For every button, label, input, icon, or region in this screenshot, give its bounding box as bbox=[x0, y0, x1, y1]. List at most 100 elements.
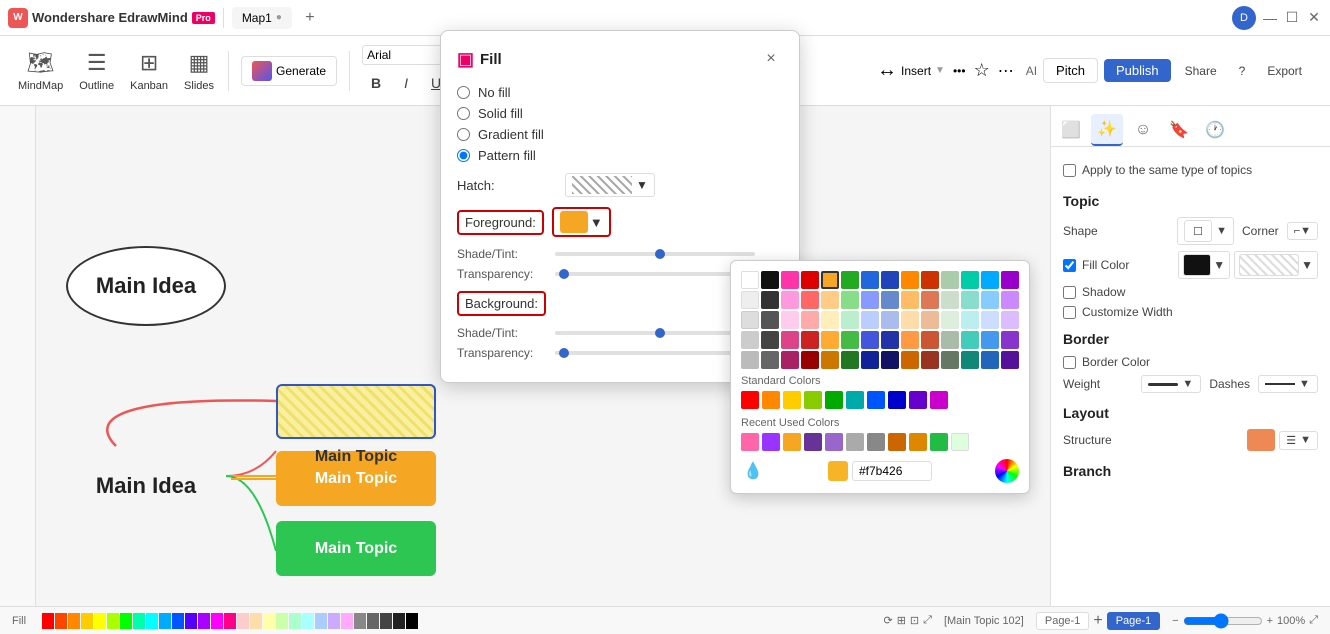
strip-color[interactable] bbox=[185, 613, 197, 629]
color-cell[interactable] bbox=[821, 331, 839, 349]
color-cell[interactable] bbox=[841, 351, 859, 369]
map-tab[interactable]: Map1 ● bbox=[232, 7, 292, 29]
strip-color[interactable] bbox=[94, 613, 106, 629]
insert-icon[interactable]: ↔ bbox=[877, 59, 897, 82]
color-cell[interactable] bbox=[761, 331, 779, 349]
strip-color[interactable] bbox=[380, 613, 392, 629]
structure-icon[interactable] bbox=[1247, 429, 1275, 451]
color-cell[interactable] bbox=[941, 271, 959, 289]
color-cell[interactable] bbox=[781, 311, 799, 329]
strip-color[interactable] bbox=[406, 613, 418, 629]
corner-select[interactable]: ⌐▼ bbox=[1287, 222, 1318, 240]
color-cell[interactable] bbox=[761, 311, 779, 329]
strip-color[interactable] bbox=[302, 613, 314, 629]
color-cell[interactable] bbox=[901, 271, 919, 289]
std-color-yellow[interactable] bbox=[783, 391, 801, 409]
color-cell[interactable] bbox=[901, 331, 919, 349]
strip-color[interactable] bbox=[237, 613, 249, 629]
bg-shade-tint-slider[interactable] bbox=[555, 331, 755, 335]
close-button[interactable]: ✕ bbox=[1306, 10, 1322, 26]
topic-node-3[interactable]: Main Topic bbox=[276, 521, 436, 576]
color-cell[interactable] bbox=[961, 291, 979, 309]
color-cell[interactable] bbox=[981, 311, 999, 329]
tab-close-icon[interactable]: ● bbox=[276, 12, 282, 23]
color-cell[interactable] bbox=[981, 351, 999, 369]
color-cell[interactable] bbox=[881, 271, 899, 289]
publish-button[interactable]: Publish bbox=[1104, 59, 1171, 82]
color-cell[interactable] bbox=[801, 271, 819, 289]
border-color-checkbox[interactable] bbox=[1063, 356, 1076, 369]
more-button[interactable]: ••• bbox=[953, 64, 966, 78]
toolbar-kanban[interactable]: ⊞ Kanban bbox=[124, 50, 174, 92]
std-color-teal[interactable] bbox=[846, 391, 864, 409]
shadow-checkbox[interactable] bbox=[1063, 286, 1076, 299]
color-cell[interactable] bbox=[981, 291, 999, 309]
std-color-red[interactable] bbox=[741, 391, 759, 409]
tab-badge[interactable]: 🔖 bbox=[1163, 114, 1195, 146]
color-cell[interactable] bbox=[981, 271, 999, 289]
strip-color[interactable] bbox=[81, 613, 93, 629]
color-cell[interactable] bbox=[901, 291, 919, 309]
strip-color[interactable] bbox=[354, 613, 366, 629]
color-cell[interactable] bbox=[921, 291, 939, 309]
std-color-lime[interactable] bbox=[804, 391, 822, 409]
color-cell[interactable] bbox=[881, 291, 899, 309]
color-cell[interactable] bbox=[881, 311, 899, 329]
toolbar-mindmap[interactable]: 🗺 MindMap bbox=[12, 50, 69, 92]
weight-select[interactable]: ▼ bbox=[1141, 375, 1201, 393]
color-cell[interactable] bbox=[821, 291, 839, 309]
color-cell[interactable] bbox=[781, 291, 799, 309]
map-icon[interactable]: ⊡ bbox=[910, 614, 919, 627]
color-cell[interactable] bbox=[961, 351, 979, 369]
color-cell[interactable] bbox=[861, 311, 879, 329]
shape-select[interactable]: ☐ ▼ bbox=[1177, 217, 1234, 245]
grid-icon[interactable]: ⊞ bbox=[897, 614, 906, 627]
tab-add-button[interactable]: + bbox=[300, 8, 320, 28]
zoom-slider[interactable] bbox=[1183, 613, 1263, 629]
fullscreen-button[interactable]: ⤢ bbox=[1309, 614, 1318, 627]
color-cell[interactable] bbox=[921, 271, 939, 289]
strip-color[interactable] bbox=[211, 613, 223, 629]
customize-width-checkbox[interactable] bbox=[1063, 306, 1076, 319]
dialog-close-button[interactable]: × bbox=[759, 47, 783, 71]
structure-layout-select[interactable]: ☰ ▼ bbox=[1279, 431, 1318, 450]
fill-color-select[interactable]: ▼ bbox=[1178, 251, 1230, 279]
color-cell[interactable] bbox=[841, 331, 859, 349]
generate-button[interactable]: Generate bbox=[241, 56, 337, 86]
color-cell[interactable] bbox=[781, 351, 799, 369]
color-cell[interactable] bbox=[821, 311, 839, 329]
std-color-blue[interactable] bbox=[867, 391, 885, 409]
strip-color[interactable] bbox=[133, 613, 145, 629]
color-cell[interactable] bbox=[941, 311, 959, 329]
star-button[interactable]: ☆ bbox=[974, 60, 990, 81]
recent-color-3[interactable] bbox=[783, 433, 801, 451]
fill-color-checkbox[interactable] bbox=[1063, 259, 1076, 272]
color-cell[interactable] bbox=[941, 331, 959, 349]
topic-node-1[interactable] bbox=[276, 384, 436, 439]
color-cell[interactable] bbox=[841, 291, 859, 309]
color-cell[interactable] bbox=[881, 351, 899, 369]
color-cell[interactable] bbox=[881, 331, 899, 349]
color-cell-selected[interactable] bbox=[821, 271, 839, 289]
color-cell[interactable] bbox=[761, 291, 779, 309]
no-fill-radio[interactable] bbox=[457, 86, 470, 99]
export-button[interactable]: Export bbox=[1259, 60, 1310, 82]
color-cell[interactable] bbox=[821, 351, 839, 369]
help-button[interactable]: ? bbox=[1231, 60, 1254, 82]
bold-button[interactable]: B bbox=[362, 69, 390, 97]
same-type-checkbox[interactable] bbox=[1063, 164, 1076, 177]
maximize-button[interactable]: ☐ bbox=[1284, 10, 1300, 26]
recent-color-8[interactable] bbox=[888, 433, 906, 451]
color-cell[interactable] bbox=[841, 271, 859, 289]
recent-color-5[interactable] bbox=[825, 433, 843, 451]
color-cell[interactable] bbox=[741, 271, 759, 289]
foreground-color-picker[interactable]: ▼ bbox=[552, 207, 611, 237]
color-cell[interactable] bbox=[1001, 351, 1019, 369]
transparency-thumb[interactable] bbox=[559, 269, 569, 279]
color-cell[interactable] bbox=[741, 311, 759, 329]
color-cell[interactable] bbox=[1001, 311, 1019, 329]
tab-shape[interactable]: ⬜ bbox=[1055, 114, 1087, 146]
color-cell[interactable] bbox=[921, 351, 939, 369]
hatch-dropdown[interactable]: ▼ bbox=[565, 173, 655, 197]
strip-color[interactable] bbox=[328, 613, 340, 629]
